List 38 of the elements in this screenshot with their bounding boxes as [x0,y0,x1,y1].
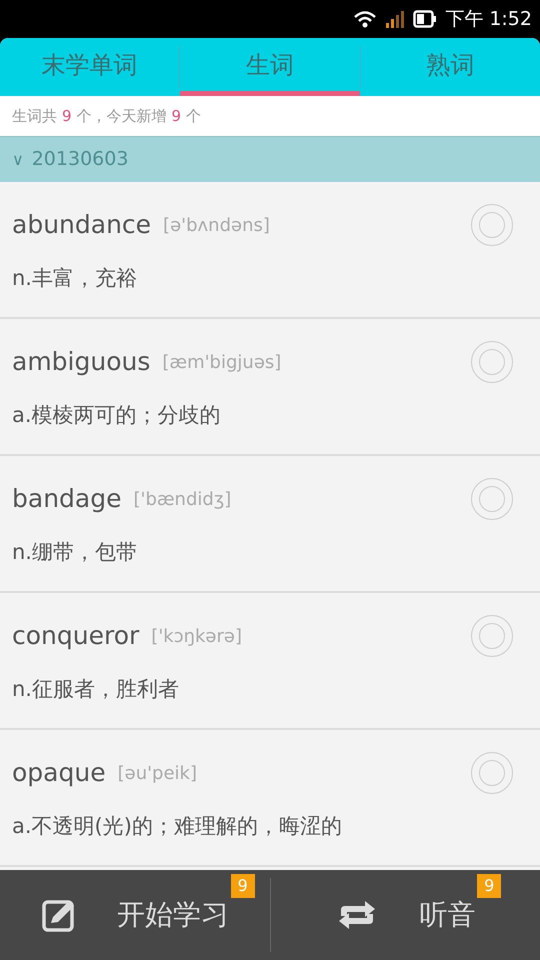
mark-checkbox[interactable] [471,478,513,520]
tab[interactable]: 熟词 [360,38,540,96]
word: opaque [12,757,106,790]
summary-text: 生词共 [12,106,57,127]
group-date: 20130603 [32,147,128,172]
tab[interactable]: 末学单词 [0,38,180,96]
mark-checkbox[interactable] [471,341,513,383]
definition: n.丰富，充裕 [12,268,138,289]
mark-checkbox[interactable] [471,752,513,794]
bottom-action-button[interactable]: 听音 9 [270,870,540,960]
signal-icon [385,10,406,28]
definition: a.模棱两可的；分歧的 [12,405,222,426]
phonetic: [æm'bigjuəs] [162,350,282,374]
phonetic: ['kɔŋkərə] [151,624,242,648]
wifi-icon [353,9,378,29]
count-badge: 9 [477,874,502,898]
clock: 下午 1:52 [445,6,532,32]
phonetic: [əu'peik] [118,762,197,786]
battery-icon [413,10,438,28]
summary-text: 个 [186,106,202,127]
word: conqueror [12,620,140,652]
summary-text: 9 [62,106,72,127]
summary-text: 个，今天新增 [76,106,167,127]
definition: n.征服者，胜利者 [12,679,180,700]
mark-checkbox[interactable] [471,615,513,657]
phonetic: ['bændidʒ] [133,488,232,512]
word: ambiguous [12,346,150,378]
summary-text: 9 [172,106,182,127]
definition: n.绷带，包带 [12,542,138,563]
caret-icon: ∨ [12,148,24,172]
word: abundance [12,209,152,242]
phonetic: [ə'bʌndəns] [163,214,270,238]
word: bandage [12,483,122,516]
mark-checkbox[interactable] [471,204,513,246]
bottom-action-button[interactable]: 开始学习 9 [0,870,270,960]
definition: a.不透明(光)的；难理解的，晦涩的 [12,816,343,837]
date-group-header[interactable]: ∨ 20130603 [0,136,540,182]
count-badge: 9 [230,874,255,898]
